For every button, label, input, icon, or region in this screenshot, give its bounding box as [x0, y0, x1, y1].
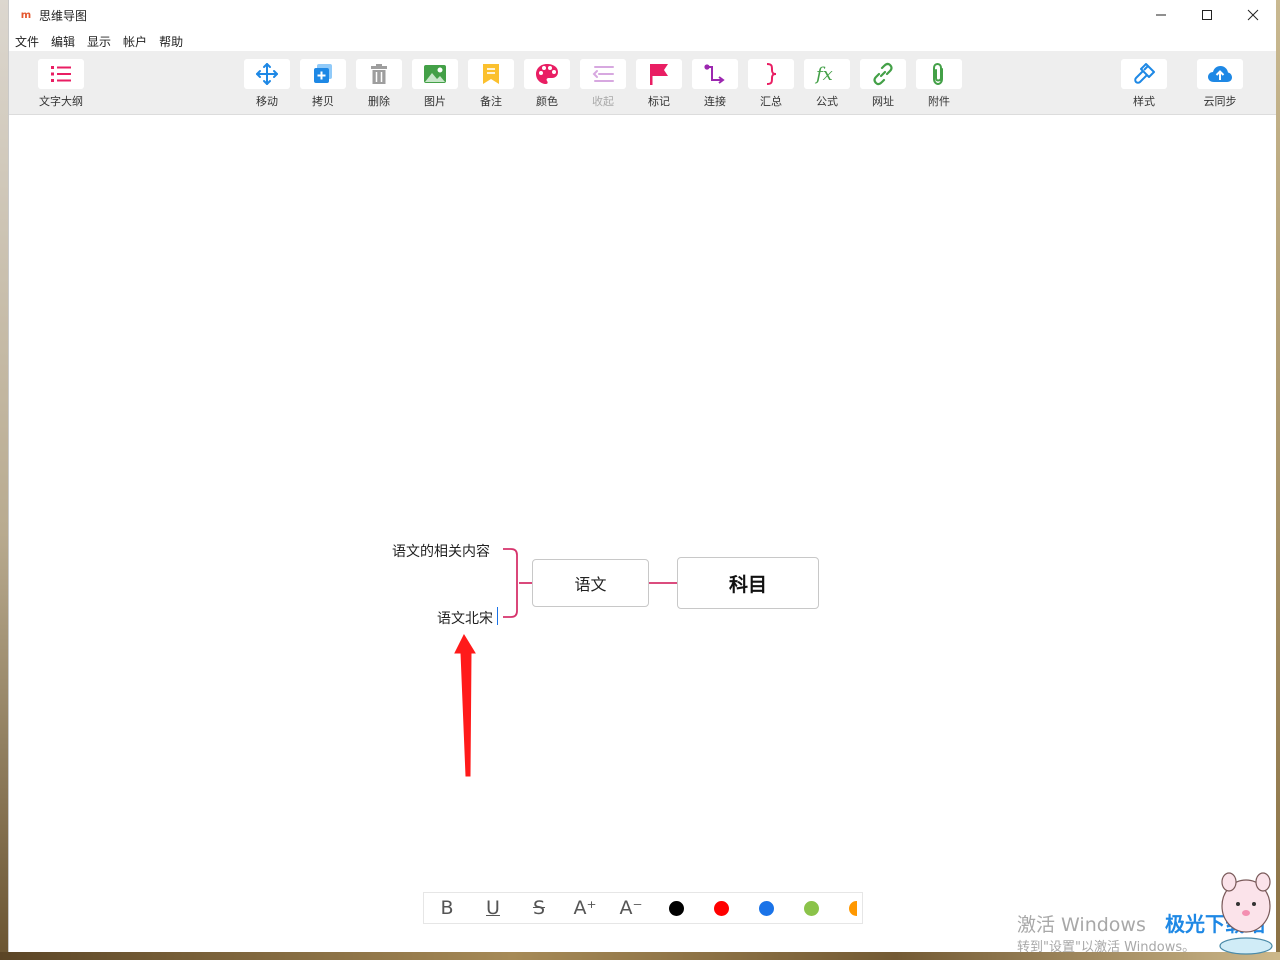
mindmap-connectors	[454, 548, 677, 777]
windows-activation-hint: 转到"设置"以激活 Windows。	[1017, 940, 1196, 955]
subtopic-node[interactable]: 语文的相关内容	[392, 541, 490, 561]
copy-icon	[300, 59, 346, 89]
attach-label: 附件	[928, 95, 950, 108]
menu-help[interactable]: 帮助	[159, 33, 183, 50]
outline-button[interactable]: 文字大纲	[33, 59, 89, 109]
color-button[interactable]: 颜色	[519, 59, 575, 109]
desktop-background-left	[0, 0, 8, 960]
minimize-icon	[1156, 14, 1166, 16]
underline-icon: U	[486, 897, 500, 919]
strikethrough-icon: S	[532, 897, 546, 919]
font-increase-button[interactable]: A⁺	[562, 892, 608, 924]
palette-icon	[524, 59, 570, 89]
menu-view[interactable]: 显示	[87, 33, 111, 50]
menu-file[interactable]: 文件	[15, 33, 39, 50]
mascot-watermark-icon	[1219, 872, 1273, 955]
menu-account[interactable]: 帐户	[123, 33, 147, 50]
window-controls	[1138, 0, 1276, 30]
leaf-bracket-connector	[503, 548, 518, 618]
close-icon	[1247, 9, 1259, 21]
maximize-button[interactable]	[1184, 0, 1230, 30]
text-format-bar: B U S A⁺ A⁻	[423, 892, 863, 924]
color-swatch-green[interactable]	[804, 900, 819, 916]
flag-label: 标记	[648, 95, 670, 108]
delete-label: 删除	[368, 95, 390, 108]
summary-label: 汇总	[760, 95, 782, 108]
paperclip-icon	[916, 59, 962, 89]
bold-icon: B	[440, 897, 454, 919]
collapse-button[interactable]: 收起	[575, 59, 631, 109]
color-label: 颜色	[536, 95, 558, 108]
mindmap-canvas[interactable]: 科目 语文 语文的相关内容 语文北宋 B U S A⁺ A⁻ 激活 Window…	[9, 116, 1276, 955]
formula-label: 公式	[816, 95, 838, 108]
windows-activation-title: 激活 Windows	[1017, 914, 1146, 936]
font-decrease-icon: A⁻	[619, 897, 643, 919]
move-label: 移动	[256, 95, 278, 108]
collapse-label: 收起	[592, 95, 614, 108]
url-button[interactable]: 网址	[855, 59, 911, 109]
color-swatch-blue[interactable]	[759, 900, 774, 916]
app-logo-icon: m	[20, 9, 32, 21]
sync-button[interactable]: 云同步	[1192, 59, 1248, 109]
connect-button[interactable]: 连接	[687, 59, 743, 109]
style-button[interactable]: 样式	[1116, 59, 1172, 109]
font-increase-icon: A⁺	[573, 897, 597, 919]
outline-label: 文字大纲	[39, 95, 83, 108]
text-caret	[497, 607, 498, 625]
underline-button[interactable]: U	[470, 892, 516, 924]
attach-button[interactable]: 附件	[911, 59, 967, 109]
color-swatch-red[interactable]	[714, 900, 729, 916]
color-swatch-black[interactable]	[669, 900, 684, 916]
delete-button[interactable]: 删除	[351, 59, 407, 109]
copy-label: 拷贝	[312, 95, 334, 108]
connect-icon	[692, 59, 738, 89]
title-bar: m 思维导图	[9, 0, 1276, 30]
formula-button[interactable]: fx 公式	[799, 59, 855, 109]
brace-icon	[748, 59, 794, 89]
menu-edit[interactable]: 编辑	[51, 33, 75, 50]
flag-button[interactable]: 标记	[631, 59, 687, 109]
strikethrough-button[interactable]: S	[516, 892, 562, 924]
note-label: 备注	[480, 95, 502, 108]
style-label: 样式	[1133, 95, 1155, 108]
annotation-arrow	[454, 633, 476, 777]
connect-label: 连接	[704, 95, 726, 108]
image-button[interactable]: 图片	[407, 59, 463, 109]
brush-icon	[1121, 59, 1167, 89]
minimize-button[interactable]	[1138, 0, 1184, 30]
subtopic-node-editing[interactable]: 语文北宋	[437, 608, 493, 628]
svg-text:fx: fx	[814, 64, 833, 85]
toolbar: 文字大纲 移动 拷贝 删除 图片 备注 颜色 收起 标记 连接 汇总 fx 公式…	[9, 51, 1276, 115]
color-swatch-orange[interactable]	[849, 900, 857, 916]
menu-bar: 文件 编辑 显示 帐户 帮助	[9, 31, 195, 51]
copy-button[interactable]: 拷贝	[295, 59, 351, 109]
window-title: 思维导图	[39, 8, 88, 23]
root-node[interactable]: 科目	[677, 557, 819, 609]
cloud-upload-icon	[1197, 59, 1243, 89]
list-icon	[38, 59, 84, 89]
flag-icon	[636, 59, 682, 89]
url-label: 网址	[872, 95, 894, 108]
summary-button[interactable]: 汇总	[743, 59, 799, 109]
move-arrows-icon	[244, 59, 290, 89]
move-button[interactable]: 移动	[239, 59, 295, 109]
maximize-icon	[1202, 10, 1212, 20]
link-icon	[860, 59, 906, 89]
trash-icon	[356, 59, 402, 89]
note-button[interactable]: 备注	[463, 59, 519, 109]
bold-button[interactable]: B	[424, 892, 470, 924]
fx-icon: fx	[804, 59, 850, 89]
image-label: 图片	[424, 95, 446, 108]
image-icon	[412, 59, 458, 89]
topic-node[interactable]: 语文	[532, 559, 649, 607]
note-icon	[468, 59, 514, 89]
font-decrease-button[interactable]: A⁻	[608, 892, 654, 924]
sync-label: 云同步	[1203, 95, 1237, 108]
app-window: m 思维导图 文件 编辑 显示 帐户 帮助 文字大纲 移动 拷贝 删除 图片 备…	[8, 0, 1276, 955]
close-button[interactable]	[1230, 0, 1276, 30]
collapse-icon	[580, 59, 626, 89]
